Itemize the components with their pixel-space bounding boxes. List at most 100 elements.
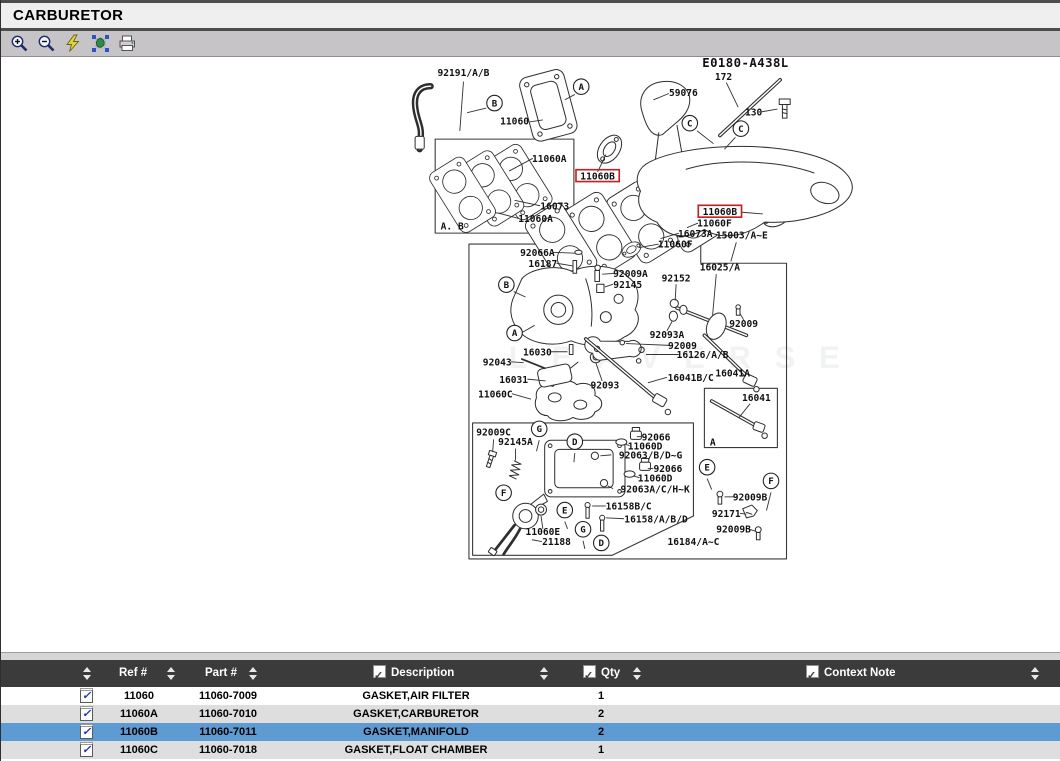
part-label[interactable]: 16187 — [528, 259, 557, 270]
sort-button[interactable] — [249, 667, 258, 680]
svg-text:G: G — [580, 525, 586, 535]
column-header-ref-[interactable]: Ref # — [119, 660, 147, 687]
ref-cell: 11060A — [97, 705, 181, 723]
part-label[interactable]: A — [710, 438, 716, 449]
part-number-cell: 11060-7018 — [176, 741, 280, 759]
part-label[interactable]: 92171 — [712, 509, 741, 520]
table-row[interactable]: 11060C11060-7018GASKET,FLOAT CHAMBER1 — [1, 741, 1060, 759]
part-label[interactable]: 92191/A/B — [438, 68, 490, 79]
part-label[interactable]: 92093A — [650, 330, 685, 341]
zoom-out-icon[interactable] — [36, 34, 56, 54]
svg-text:C: C — [687, 119, 692, 129]
lightning-icon[interactable] — [63, 34, 83, 54]
callout-letter: B — [499, 277, 515, 293]
part-label[interactable]: 16041 — [742, 393, 771, 404]
svg-text:B: B — [492, 99, 498, 109]
part-label[interactable]: 92063/B/D~G — [619, 451, 683, 462]
part-label[interactable]: 11060A — [518, 214, 553, 225]
parts-table: 1106011060-7009GASKET,AIR FILTER111060A1… — [1, 687, 1060, 761]
part-label[interactable]: 15003/A~E — [716, 231, 768, 242]
part-label[interactable]: 59076 — [669, 88, 698, 99]
context-note-cell — [749, 741, 949, 759]
table-row[interactable]: 1106011060-7009GASKET,AIR FILTER1 — [1, 687, 1060, 705]
diagram-toolbar — [1, 31, 1060, 57]
column-checkbox[interactable] — [583, 665, 596, 678]
part-label[interactable]: 16158B/C — [606, 502, 652, 513]
part-label[interactable]: 16073A — [678, 229, 713, 240]
column-header-qty[interactable]: Qty — [583, 660, 620, 687]
sort-button[interactable] — [1031, 667, 1040, 680]
part-label[interactable]: 11060 — [500, 117, 529, 128]
column-label: Description — [391, 667, 454, 679]
ref-cell: 11060 — [97, 687, 181, 705]
callout-letter: C — [682, 115, 698, 131]
table-row[interactable]: 11060B11060-7011GASKET,MANIFOLD2 — [1, 723, 1060, 741]
context-note-cell — [749, 687, 949, 705]
part-label[interactable]: 92152 — [662, 273, 691, 284]
exploded-diagram: LEAVERSE — [1, 57, 1060, 652]
column-label: Qty — [601, 667, 620, 679]
table-header: Ref # Part # Description Qty Context Note — [1, 660, 1060, 687]
part-label[interactable]: 92009 — [729, 319, 758, 330]
edit-note-icon[interactable] — [80, 706, 93, 721]
edit-note-icon[interactable] — [80, 688, 93, 703]
printer-icon[interactable] — [117, 34, 137, 54]
description-cell: GASKET,CARBURETOR — [301, 705, 531, 723]
zoom-in-icon[interactable] — [9, 34, 29, 54]
part-label[interactable]: 92145A — [498, 437, 533, 448]
edit-note-icon[interactable] — [80, 742, 93, 757]
column-label: Context Note — [824, 667, 896, 679]
part-label[interactable]: 11060D — [638, 473, 673, 484]
part-label-highlighted[interactable]: 11060B — [703, 207, 738, 218]
table-row[interactable]: 11060A11060-7010GASKET,CARBURETOR2 — [1, 705, 1060, 723]
part-label[interactable]: 92145 — [613, 280, 642, 291]
part-label[interactable]: 16073 — [540, 201, 569, 212]
part-label[interactable]: 16041B/C — [668, 373, 714, 384]
part-label[interactable]: 16030 — [523, 347, 552, 358]
part-label[interactable]: 92043 — [483, 357, 512, 368]
callout-letter: D — [567, 434, 583, 450]
edit-note-icon[interactable] — [80, 724, 93, 739]
part-label[interactable]: 16025/A — [700, 263, 741, 274]
part-label[interactable]: A. B — [441, 221, 464, 232]
callout-letter: A — [507, 325, 523, 341]
svg-text:C: C — [738, 125, 743, 135]
callout-letter: F — [496, 485, 512, 501]
part-label[interactable]: 16158/A/B/D — [624, 514, 688, 525]
part-label[interactable]: 92009B — [733, 493, 768, 504]
part-label[interactable]: 11060A — [532, 154, 567, 165]
qty-cell: 2 — [561, 705, 641, 723]
part-label[interactable]: 16184/A~C — [667, 537, 719, 548]
part-label[interactable]: 11060F — [658, 240, 693, 251]
part-label[interactable]: 92009A — [613, 269, 648, 280]
svg-text:A: A — [578, 83, 584, 93]
column-header-part-[interactable]: Part # — [205, 660, 237, 687]
part-label[interactable]: 21188 — [542, 537, 571, 548]
qty-cell: 1 — [561, 741, 641, 759]
part-label[interactable]: 92066A — [520, 248, 555, 259]
qty-cell: 2 — [561, 723, 641, 741]
sort-button[interactable] — [167, 667, 176, 680]
part-label[interactable]: 130 — [745, 107, 763, 118]
column-checkbox[interactable] — [806, 665, 819, 678]
column-label: Part # — [205, 667, 237, 679]
sort-button[interactable] — [540, 667, 549, 680]
sort-button[interactable] — [633, 667, 642, 680]
sort-button[interactable] — [83, 667, 92, 680]
callout-letter: C — [733, 121, 749, 137]
part-label[interactable]: 172 — [715, 72, 732, 83]
part-label[interactable]: 92009B — [716, 524, 751, 535]
diagram-code: E0180-A438L — [702, 57, 788, 70]
column-header-context-note[interactable]: Context Note — [806, 660, 896, 687]
part-label[interactable]: 92063A/C/H~K — [621, 484, 690, 495]
column-header-description[interactable]: Description — [373, 660, 454, 687]
column-checkbox[interactable] — [373, 665, 386, 678]
part-label[interactable]: 92093 — [590, 380, 619, 391]
svg-text:D: D — [599, 539, 605, 549]
part-label[interactable]: 16126/A/B — [677, 350, 729, 361]
part-label[interactable]: 16031 — [499, 375, 528, 386]
part-label[interactable]: 16041A — [715, 368, 750, 379]
hotspot-icon[interactable] — [90, 34, 110, 54]
part-label[interactable]: 11060C — [478, 389, 513, 400]
part-label-highlighted[interactable]: 11060B — [580, 171, 615, 182]
